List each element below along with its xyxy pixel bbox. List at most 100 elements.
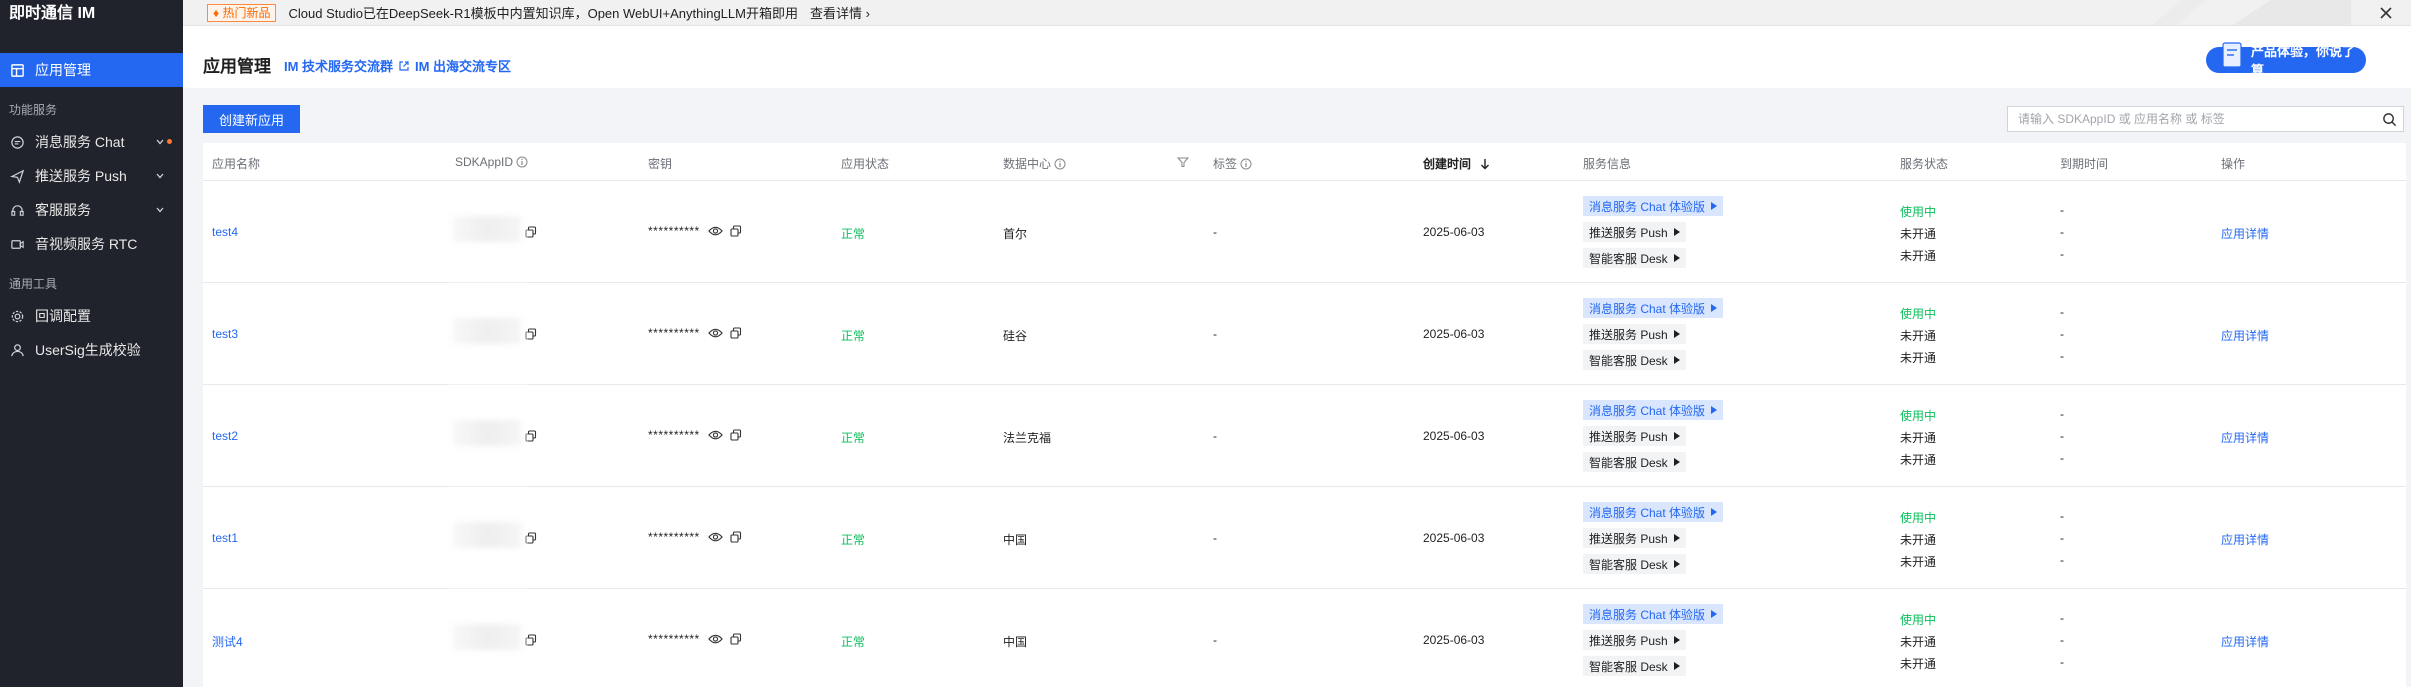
gear-icon — [10, 309, 25, 324]
sdkappid-blurred — [453, 318, 521, 344]
created-time: 2025-06-03 — [1423, 225, 1485, 239]
tech-group-link[interactable]: IM 技术服务交流群 — [284, 56, 409, 75]
service-desk-tag[interactable]: 智能客服 Desk — [1583, 554, 1686, 574]
service-push-tag[interactable]: 推送服务 Push — [1583, 222, 1686, 242]
play-icon — [1673, 228, 1680, 236]
app-details-link[interactable]: 应用详情 — [2221, 633, 2269, 650]
status-push: 未开通 — [1900, 227, 1937, 241]
service-chat-tag[interactable]: 消息服务 Chat 体验版 — [1583, 604, 1724, 624]
info-icon[interactable] — [1054, 158, 1066, 170]
feedback-promo-button[interactable]: 产品体验，你说了算 — [2206, 42, 2366, 78]
copy-icon[interactable] — [525, 430, 537, 442]
search-icon[interactable] — [2382, 112, 2397, 127]
status-chat: 使用中 — [1900, 409, 1937, 423]
sdkappid-blurred — [453, 216, 521, 242]
app-name-link[interactable]: test2 — [212, 429, 238, 443]
chevron-down-icon — [156, 173, 164, 179]
sidebar-item-usersig[interactable]: UserSig生成校验 — [0, 333, 183, 367]
app-details-link[interactable]: 应用详情 — [2221, 327, 2269, 344]
expire-desk: - — [2060, 655, 2064, 669]
close-icon[interactable] — [2377, 4, 2395, 22]
sdkappid-blurred — [453, 522, 521, 548]
filter-icon[interactable] — [1177, 156, 1189, 168]
service-push-tag[interactable]: 推送服务 Push — [1583, 630, 1686, 650]
eye-icon[interactable] — [708, 327, 723, 339]
sidebar-item-push[interactable]: 推送服务 Push — [0, 159, 183, 193]
info-icon[interactable] — [1240, 158, 1252, 170]
status-desk: 未开通 — [1900, 657, 1937, 671]
copy-icon[interactable] — [730, 633, 742, 645]
sidebar-item-label: 消息服务 Chat — [35, 134, 125, 150]
service-push-tag[interactable]: 推送服务 Push — [1583, 426, 1686, 446]
table-row: test1 ********** 正常 中国 - 2025-06-03 消息服务… — [203, 487, 2406, 589]
service-chat-tag[interactable]: 消息服务 Chat 体验版 — [1583, 502, 1724, 522]
headset-icon — [10, 203, 25, 218]
copy-icon[interactable] — [730, 531, 742, 543]
app-name-link[interactable]: test4 — [212, 225, 238, 239]
sidebar-item-app-management[interactable]: 应用管理 — [0, 53, 183, 87]
app-details-link[interactable]: 应用详情 — [2221, 429, 2269, 446]
col-created-label: 创建时间 — [1423, 157, 1472, 171]
overseas-zone-link[interactable]: IM 出海交流专区 — [415, 56, 511, 75]
play-icon — [1673, 254, 1680, 262]
copy-icon[interactable] — [730, 429, 742, 441]
eye-icon[interactable] — [708, 531, 723, 543]
service-desk-tag[interactable]: 智能客服 Desk — [1583, 248, 1686, 268]
service-chat-tag[interactable]: 消息服务 Chat 体验版 — [1583, 298, 1724, 318]
play-icon — [1673, 662, 1680, 670]
sidebar-item-customer-service[interactable]: 客服服务 — [0, 193, 183, 227]
service-push-tag[interactable]: 推送服务 Push — [1583, 528, 1686, 548]
status-desk: 未开通 — [1900, 249, 1937, 263]
service-push-tag[interactable]: 推送服务 Push — [1583, 324, 1686, 344]
expire-push: - — [2060, 633, 2064, 647]
eye-icon[interactable] — [708, 429, 723, 441]
banner-link-label: 查看详情 — [809, 6, 862, 21]
copy-icon[interactable] — [525, 226, 537, 238]
search-input[interactable] — [2018, 112, 2373, 126]
copy-icon[interactable] — [525, 532, 537, 544]
created-time: 2025-06-03 — [1423, 531, 1485, 545]
expire-chat: - — [2060, 509, 2064, 523]
external-link-icon — [399, 60, 409, 71]
service-chat-tag[interactable]: 消息服务 Chat 体验版 — [1583, 400, 1724, 420]
eye-icon[interactable] — [708, 225, 723, 237]
col-sdkappid-label: SDKAppID — [455, 155, 514, 169]
app-name-link[interactable]: 测试4 — [212, 633, 243, 650]
service-chat-tag[interactable]: 消息服务 Chat 体验版 — [1583, 196, 1724, 216]
sidebar-item-label: UserSig生成校验 — [35, 342, 141, 358]
info-icon[interactable] — [516, 156, 528, 168]
play-icon — [1711, 508, 1718, 516]
service-desk-label: 智能客服 Desk — [1589, 353, 1668, 368]
feedback-doc-icon — [2222, 42, 2242, 68]
col-created-time[interactable]: 创建时间 — [1423, 155, 1491, 172]
expire-desk: - — [2060, 553, 2064, 567]
copy-icon[interactable] — [730, 225, 742, 237]
sidebar-item-chat[interactable]: 消息服务 Chat — [0, 125, 183, 159]
create-app-button[interactable]: 创建新应用 — [203, 105, 300, 133]
eye-icon[interactable] — [708, 633, 723, 645]
created-time: 2025-06-03 — [1423, 327, 1485, 341]
status-desk: 未开通 — [1900, 555, 1937, 569]
app-details-link[interactable]: 应用详情 — [2221, 531, 2269, 548]
promo-label: 产品体验，你说了算 — [2251, 44, 2356, 78]
banner-details-link[interactable]: 查看详情 › — [810, 3, 870, 22]
copy-icon[interactable] — [525, 328, 537, 340]
col-datacenter: 数据中心 — [1003, 155, 1066, 172]
secret-masked: ********** — [648, 530, 700, 544]
copy-icon[interactable] — [730, 327, 742, 339]
sidebar-item-callback[interactable]: 回调配置 — [0, 299, 183, 333]
video-camera-icon — [10, 237, 25, 252]
app-name-link[interactable]: test3 — [212, 327, 238, 341]
service-desk-tag[interactable]: 智能客服 Desk — [1583, 656, 1686, 676]
copy-icon[interactable] — [525, 634, 537, 646]
sidebar-item-rtc[interactable]: 音视频服务 RTC — [0, 227, 183, 261]
app-details-link[interactable]: 应用详情 — [2221, 225, 2269, 242]
service-desk-tag[interactable]: 智能客服 Desk — [1583, 350, 1686, 370]
service-desk-tag[interactable]: 智能客服 Desk — [1583, 452, 1686, 472]
play-icon — [1711, 304, 1718, 312]
col-secret: 密钥 — [648, 157, 673, 171]
status-push: 未开通 — [1900, 635, 1937, 649]
service-chat-label: 消息服务 Chat 体验版 — [1589, 607, 1706, 622]
tech-group-link-label: IM 技术服务交流群 — [284, 59, 394, 74]
app-name-link[interactable]: test1 — [212, 531, 238, 545]
